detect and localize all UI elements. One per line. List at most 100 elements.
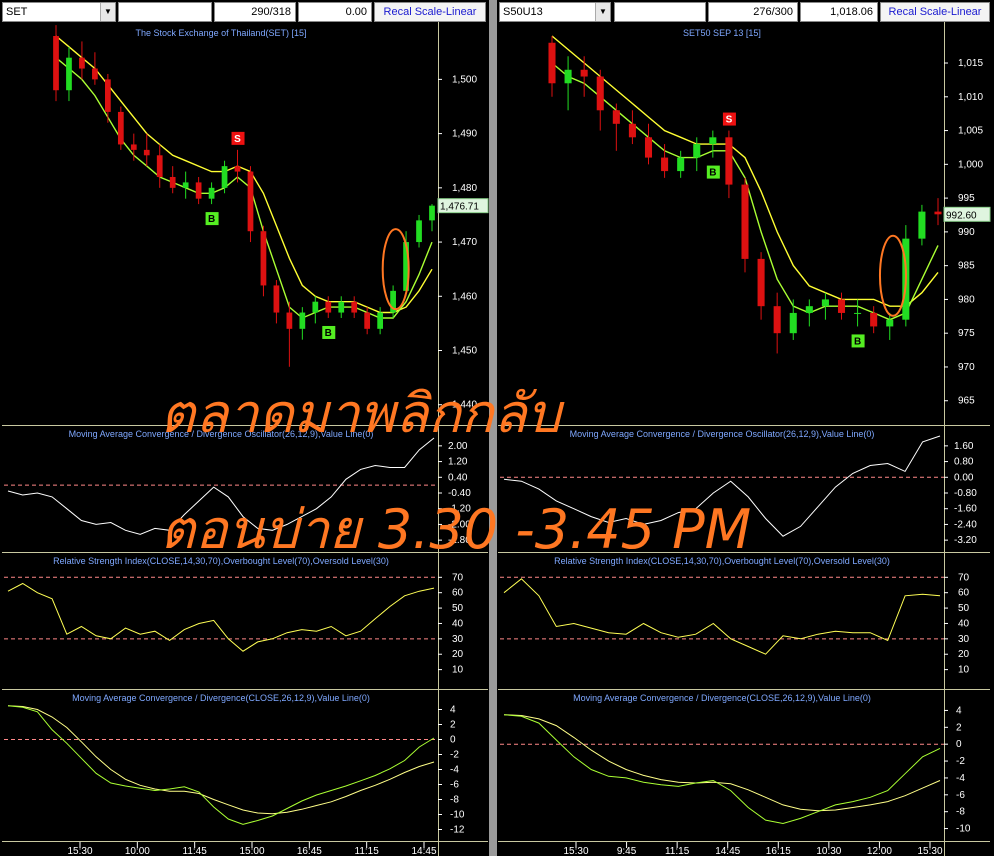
macd-title: Moving Average Convergence / Divergence(… [72, 693, 370, 703]
rsi-tick-label: 20 [452, 649, 464, 660]
x-tick-label: 11:15 [665, 846, 690, 856]
candle-body [693, 144, 701, 158]
candle-body [429, 205, 435, 221]
rsi-tick-label: 60 [958, 588, 970, 599]
price-title: SET50 SEP 13 [15] [683, 28, 761, 38]
x-tick-label: 12:00 [867, 846, 892, 856]
macd-tick-label: 2 [956, 722, 962, 733]
x-tick-label: 15:30 [67, 846, 92, 856]
price-tick-label: 1,450 [452, 346, 477, 357]
rsi-tick-label: 30 [452, 634, 464, 645]
candle-body [628, 123, 636, 138]
osc-tick-label: 0.00 [954, 472, 974, 483]
candle-body [661, 157, 669, 172]
osc-tick-label: -0.80 [954, 488, 977, 499]
macd-tick-label: 4 [450, 705, 456, 716]
candle-body [377, 312, 384, 329]
rsi-line [7, 582, 435, 652]
macd-tick-label: -6 [450, 780, 459, 791]
price-tick-label: 990 [958, 227, 975, 238]
macd-signal-line [7, 705, 435, 815]
candle-body [234, 166, 241, 172]
last-price-label: 992.60 [946, 210, 977, 221]
last-price-label: 1,476.71 [440, 202, 479, 213]
price-tick-label: 1,480 [452, 183, 477, 194]
candle-body [286, 312, 293, 329]
x-tick-label: 15:30 [563, 846, 588, 856]
candle-body [789, 312, 797, 334]
x-tick-label: 15:00 [239, 846, 264, 856]
candle-body [247, 171, 254, 232]
candle-body [156, 155, 163, 177]
candle-body [773, 306, 781, 334]
x-tick-label: 9:45 [617, 846, 637, 856]
candle-body [725, 137, 733, 185]
candle-body [325, 301, 332, 313]
candle-body [92, 68, 98, 80]
macd-tick-label: -6 [956, 790, 965, 801]
price-tick-label: 1,460 [452, 291, 477, 302]
candle-body [757, 258, 765, 307]
candle-body [299, 312, 306, 329]
candle-body [169, 176, 176, 188]
candle-body [53, 36, 59, 91]
rsi-tick-label: 50 [958, 603, 970, 614]
macd-tick-label: -2 [450, 750, 459, 761]
candle-body [130, 144, 137, 150]
candle-body [338, 301, 345, 313]
osc-tick-label: 0.40 [448, 472, 468, 483]
candle-body [741, 184, 749, 259]
price-tick-label: 985 [958, 261, 975, 272]
candle-body [208, 187, 215, 199]
signal-label: B [325, 328, 332, 339]
chart-workspace: SET ▼ 290/318 0.00 Recal Scale-Linear S5… [0, 0, 994, 856]
candle-body [709, 137, 717, 145]
macd-tick-label: 4 [956, 705, 962, 716]
rsi-tick-label: 40 [452, 618, 464, 629]
x-tick-label: 10:30 [816, 846, 841, 856]
osc-tick-label: -3.20 [954, 535, 977, 546]
macd-signal-line [503, 714, 941, 812]
price-tick-label: 975 [958, 328, 975, 339]
signal-label: B [709, 168, 716, 179]
macd-line [7, 705, 435, 825]
rsi-tick-label: 40 [958, 618, 970, 629]
x-tick-label: 15:30 [917, 846, 942, 856]
candle-body [273, 285, 280, 313]
candle-body [644, 137, 653, 158]
candle-body [580, 69, 588, 77]
rsi-tick-label: 50 [452, 603, 464, 614]
x-tick-label: 16:15 [766, 846, 791, 856]
candle-body [886, 319, 894, 327]
price-tick-label: 965 [958, 396, 975, 407]
candle-body [934, 211, 942, 215]
candle-body [260, 231, 267, 286]
overlay-subline: ตอนบ่าย 3.30 -3.45 PM [160, 498, 751, 561]
chart-canvas: The Stock Exchange of Thailand(SET) [15]… [2, 0, 991, 856]
candle-body [117, 111, 124, 145]
rsi-tick-label: 30 [958, 634, 970, 645]
macd-tick-label: -10 [956, 824, 971, 835]
x-tick-label: 16:45 [297, 846, 322, 856]
candle-body [416, 220, 422, 243]
osc-tick-label: 0.80 [954, 457, 974, 468]
macd-tick-label: 2 [450, 720, 456, 731]
overlay-headline: ตลาดมาพลิกกลับ [160, 382, 565, 445]
price-tick-label: 1,000 [958, 159, 983, 170]
macd-tick-label: -12 [450, 825, 465, 836]
x-tick-label: 11:15 [355, 846, 380, 856]
macd-tick-label: -4 [450, 765, 459, 776]
price-title: The Stock Exchange of Thailand(SET) [15] [136, 28, 307, 38]
price-tick-label: 1,470 [452, 237, 477, 248]
signal-label: B [208, 214, 215, 225]
x-tick-label: 10:00 [125, 846, 150, 856]
candle-body [870, 312, 878, 327]
osc-tick-label: -1.60 [954, 504, 977, 515]
price-tick-label: 1,010 [958, 92, 983, 103]
candle-body [677, 157, 685, 172]
osc-tick-label: -2.40 [954, 519, 977, 530]
x-tick-label: 11:45 [183, 846, 208, 856]
candle-body [548, 42, 556, 84]
macd-tick-label: 0 [956, 739, 962, 750]
ma-fast-line [55, 57, 433, 319]
